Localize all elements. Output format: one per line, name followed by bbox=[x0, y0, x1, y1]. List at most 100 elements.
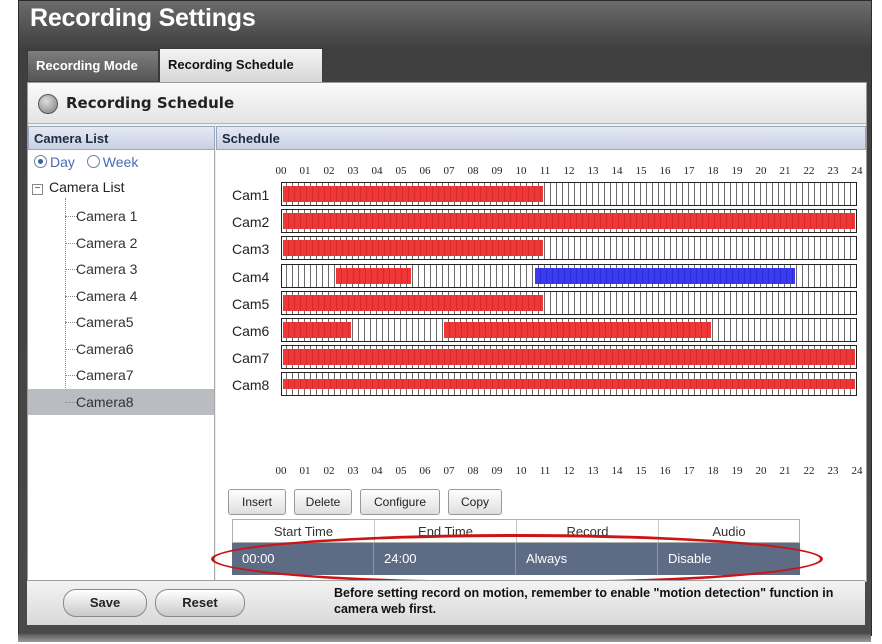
hour-tick-label: 05 bbox=[395, 465, 407, 477]
schedule-timeline-bar[interactable] bbox=[281, 290, 857, 315]
camera-list-item[interactable]: Camera5 bbox=[28, 309, 214, 335]
hour-tick-label: 09 bbox=[491, 465, 503, 477]
hour-tick-label: 10 bbox=[515, 165, 527, 177]
camera-list-item-label: Camera 4 bbox=[76, 287, 138, 304]
hour-tick-label: 06 bbox=[419, 165, 431, 177]
save-button[interactable]: Save bbox=[63, 589, 147, 617]
camera-row-label: Cam8 bbox=[232, 377, 270, 394]
hour-tick-label: 07 bbox=[443, 165, 455, 177]
hour-tick-label: 15 bbox=[635, 465, 647, 477]
always-record-segment[interactable] bbox=[283, 349, 855, 366]
schedule-timeline-bar[interactable] bbox=[281, 236, 857, 261]
always-record-segment[interactable] bbox=[283, 186, 543, 202]
hour-tick-label: 08 bbox=[467, 165, 479, 177]
insert-button[interactable]: Insert bbox=[228, 489, 286, 515]
camera-list-item[interactable]: Camera 3 bbox=[28, 256, 214, 282]
hour-tick-label: 13 bbox=[587, 165, 599, 177]
always-record-segment[interactable] bbox=[283, 294, 543, 311]
hour-tick-label: 13 bbox=[587, 465, 599, 477]
hour-axis-top: 00 01 02 03 04 05 06 07 08 09 10 11 12 13 14 15 16 17 18 19… bbox=[0, 165, 882, 179]
always-record-segment[interactable] bbox=[283, 240, 543, 257]
camera-list-item[interactable]: Camera 2 bbox=[28, 230, 214, 256]
hour-tick-label: 20 bbox=[755, 465, 767, 477]
camera-list-item-label: Camera8 bbox=[76, 393, 134, 410]
camera-list-item[interactable]: Camera7 bbox=[28, 362, 214, 388]
hour-tick-label: 08 bbox=[467, 465, 479, 477]
hour-tick-label: 15 bbox=[635, 165, 647, 177]
always-record-segment[interactable] bbox=[283, 379, 855, 390]
hour-tick-label: 14 bbox=[611, 465, 623, 477]
hour-tick-label: 17 bbox=[683, 165, 695, 177]
always-record-segment[interactable] bbox=[283, 322, 351, 338]
schedule-timeline-bar[interactable] bbox=[281, 345, 857, 370]
schedule-timeline-bar[interactable] bbox=[281, 318, 857, 342]
camera-list-item[interactable]: Camera 4 bbox=[28, 283, 214, 309]
hour-tick-label: 22 bbox=[803, 165, 815, 177]
hour-tick-label: 20 bbox=[755, 165, 767, 177]
tree-root[interactable]: − Camera List bbox=[32, 179, 124, 195]
hour-tick-label: 23 bbox=[827, 465, 839, 477]
schedule-timeline-bar[interactable] bbox=[281, 263, 857, 288]
hour-tick-label: 21 bbox=[779, 165, 791, 177]
camera-list-item-label: Camera7 bbox=[76, 367, 134, 383]
camera-list-item-label: Camera5 bbox=[76, 314, 134, 330]
tab-recording-schedule[interactable]: Recording Schedule bbox=[159, 48, 323, 83]
camera-row-label: Cam2 bbox=[232, 214, 270, 231]
hour-tick-label: 11 bbox=[539, 465, 551, 477]
hour-tick-label: 04 bbox=[371, 465, 383, 477]
camera-row-label: Cam7 bbox=[232, 350, 270, 367]
camera-row-label: Cam4 bbox=[232, 268, 270, 285]
always-record-segment[interactable] bbox=[443, 322, 711, 338]
collapse-icon[interactable]: − bbox=[32, 184, 43, 195]
hour-tick-label: 12 bbox=[563, 165, 575, 177]
camera-list-item-label: Camera 2 bbox=[76, 234, 138, 251]
section-title: Recording Schedule bbox=[66, 94, 235, 112]
delete-button[interactable]: Delete bbox=[294, 489, 352, 515]
hour-tick-label: 19 bbox=[731, 465, 743, 477]
camera-list-item-label: Camera6 bbox=[76, 340, 134, 357]
tab-recording-mode[interactable]: Recording Mode bbox=[27, 50, 159, 81]
tree-root-label: Camera List bbox=[49, 179, 125, 195]
highlight-ellipse bbox=[211, 534, 823, 584]
camera-list-item-label: Camera 3 bbox=[76, 261, 138, 277]
configure-button[interactable]: Configure bbox=[360, 489, 440, 515]
hour-axis-bottom: 00 01 02 03 04 05 06 07 08 09 10 11 12 13 14 15 16 17 18 19… bbox=[0, 465, 882, 479]
camera-list-item[interactable]: Camera8 bbox=[28, 388, 214, 415]
camera-row-label: Cam6 bbox=[232, 323, 270, 339]
hour-tick-label: 23 bbox=[827, 165, 839, 177]
always-record-segment[interactable] bbox=[335, 267, 411, 284]
hour-tick-label: 16 bbox=[659, 165, 671, 177]
copy-button[interactable]: Copy bbox=[448, 489, 502, 515]
schedule-timeline-bar[interactable] bbox=[281, 372, 857, 397]
motion-record-segment[interactable] bbox=[535, 267, 795, 284]
hour-tick-label: 01 bbox=[299, 465, 311, 477]
reset-button[interactable]: Reset bbox=[155, 589, 245, 617]
schedule-header: Schedule bbox=[216, 126, 866, 150]
hour-tick-label: 11 bbox=[539, 165, 551, 177]
hour-tick-label: 22 bbox=[803, 465, 815, 477]
schedule-timeline-bar[interactable] bbox=[281, 182, 857, 206]
hour-tick-label: 03 bbox=[347, 465, 359, 477]
camera-list-item[interactable]: Camera 1 bbox=[28, 203, 214, 229]
hour-tick-label: 24 bbox=[851, 165, 863, 177]
hour-tick-label: 05 bbox=[395, 165, 407, 177]
hour-tick-label: 02 bbox=[323, 465, 335, 477]
footer-bar: Save Reset Before setting record on moti… bbox=[27, 580, 865, 625]
always-record-segment[interactable] bbox=[283, 213, 855, 230]
camera-row-label: Cam1 bbox=[232, 187, 270, 203]
hour-tick-label: 16 bbox=[659, 465, 671, 477]
hour-tick-label: 03 bbox=[347, 165, 359, 177]
tab-bar: Recording Mode Recording Schedule bbox=[27, 46, 865, 83]
window-title: Recording Settings bbox=[30, 4, 256, 32]
camera-list-item-label: Camera 1 bbox=[76, 208, 138, 224]
hour-tick-label: 12 bbox=[563, 465, 575, 477]
camera-row-label: Cam5 bbox=[232, 295, 270, 312]
schedule-timeline-bar[interactable] bbox=[281, 209, 857, 234]
hour-tick-label: 04 bbox=[371, 165, 383, 177]
window-shadow bbox=[18, 634, 871, 642]
hour-tick-label: 19 bbox=[731, 165, 743, 177]
camera-list-item[interactable]: Camera6 bbox=[28, 336, 214, 362]
hour-tick-label: 24 bbox=[851, 465, 863, 477]
camera-row-label: Cam3 bbox=[232, 241, 270, 258]
hour-tick-label: 21 bbox=[779, 465, 791, 477]
